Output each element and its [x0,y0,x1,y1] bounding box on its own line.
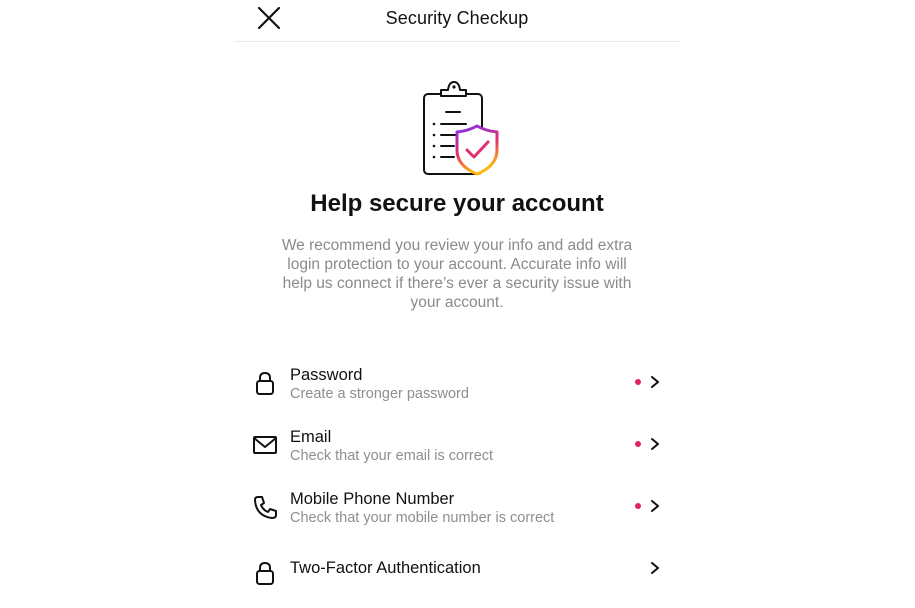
security-item-mobile-phone[interactable]: Mobile Phone Number Check that your mobi… [234,484,680,546]
header-title: Security Checkup [385,8,529,28]
chevron-right-icon [651,376,659,388]
item-title: Mobile Phone Number [290,490,455,508]
security-item-password[interactable]: Password Create a stronger password [234,360,680,422]
security-items-list: Password Create a stronger password Emai… [234,360,680,608]
header: Security Checkup [234,0,680,42]
item-subtitle: Check that your mobile number is correct [290,510,555,526]
item-title: Two-Factor Authentication [290,559,481,577]
intro-text: We recommend you review your info and ad… [281,237,633,311]
alert-dot [635,503,641,509]
alert-dot [635,379,641,385]
lock-icon [256,371,274,395]
item-title: Email [290,428,332,446]
security-item-two-factor[interactable]: Two-Factor Authentication [234,546,680,608]
security-checkup-screen: Security Checkup Help secure your accoun… [234,0,680,585]
lock-icon [256,561,274,585]
mail-icon [253,436,277,454]
clipboard-shield-icon [423,81,499,176]
chevron-right-icon [651,438,659,450]
item-subtitle: Check that your email is correct [290,448,494,464]
alert-dot [635,441,641,447]
chevron-right-icon [651,562,659,574]
item-subtitle: Create a stronger password [290,386,469,402]
chevron-right-icon [651,500,659,512]
security-item-email[interactable]: Email Check that your email is correct [234,422,680,484]
phone-icon [254,496,277,519]
page-headline: Help secure your account [310,190,604,217]
item-title: Password [290,366,363,384]
